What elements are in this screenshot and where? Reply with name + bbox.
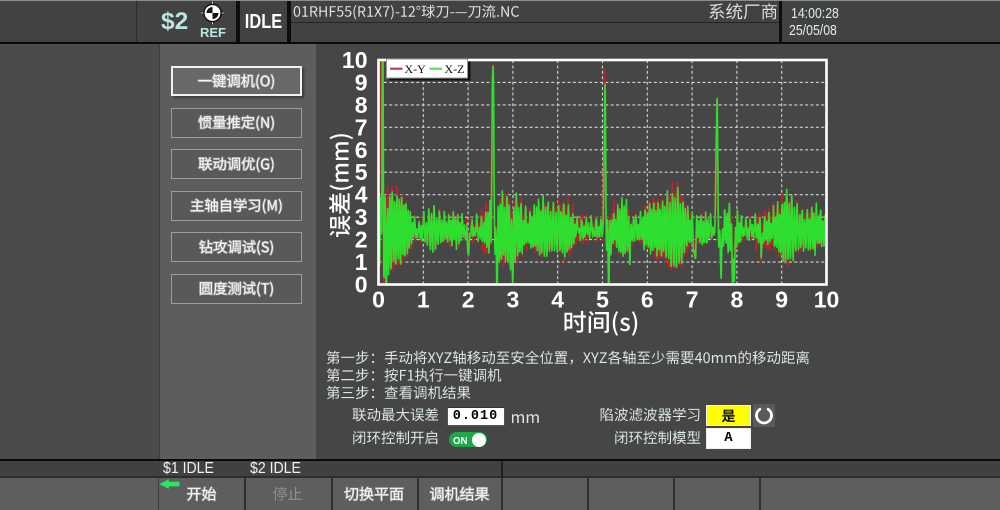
svg-text:0: 0 bbox=[355, 272, 368, 298]
svg-text:10: 10 bbox=[342, 47, 368, 73]
svg-text:9: 9 bbox=[775, 287, 788, 313]
svg-text:1: 1 bbox=[355, 249, 368, 275]
svg-text:8: 8 bbox=[355, 92, 368, 118]
svg-text:9: 9 bbox=[355, 69, 368, 95]
svg-text:1: 1 bbox=[417, 287, 430, 313]
svg-text:3: 3 bbox=[507, 287, 520, 313]
svg-text:2: 2 bbox=[462, 287, 475, 313]
svg-text:6: 6 bbox=[641, 287, 654, 313]
svg-text:7: 7 bbox=[686, 287, 699, 313]
svg-text:5: 5 bbox=[355, 159, 368, 185]
svg-text:2: 2 bbox=[355, 227, 368, 253]
svg-text:0: 0 bbox=[372, 287, 385, 313]
svg-text:X-Z: X-Z bbox=[445, 62, 465, 76]
svg-text:4: 4 bbox=[551, 287, 564, 313]
svg-text:4: 4 bbox=[355, 182, 368, 208]
svg-text:5: 5 bbox=[596, 287, 609, 313]
svg-text:3: 3 bbox=[355, 204, 368, 230]
svg-text:10: 10 bbox=[814, 287, 840, 313]
svg-text:X-Y: X-Y bbox=[405, 62, 427, 76]
svg-text:6: 6 bbox=[355, 137, 368, 163]
svg-text:8: 8 bbox=[731, 287, 744, 313]
svg-text:7: 7 bbox=[355, 114, 368, 140]
